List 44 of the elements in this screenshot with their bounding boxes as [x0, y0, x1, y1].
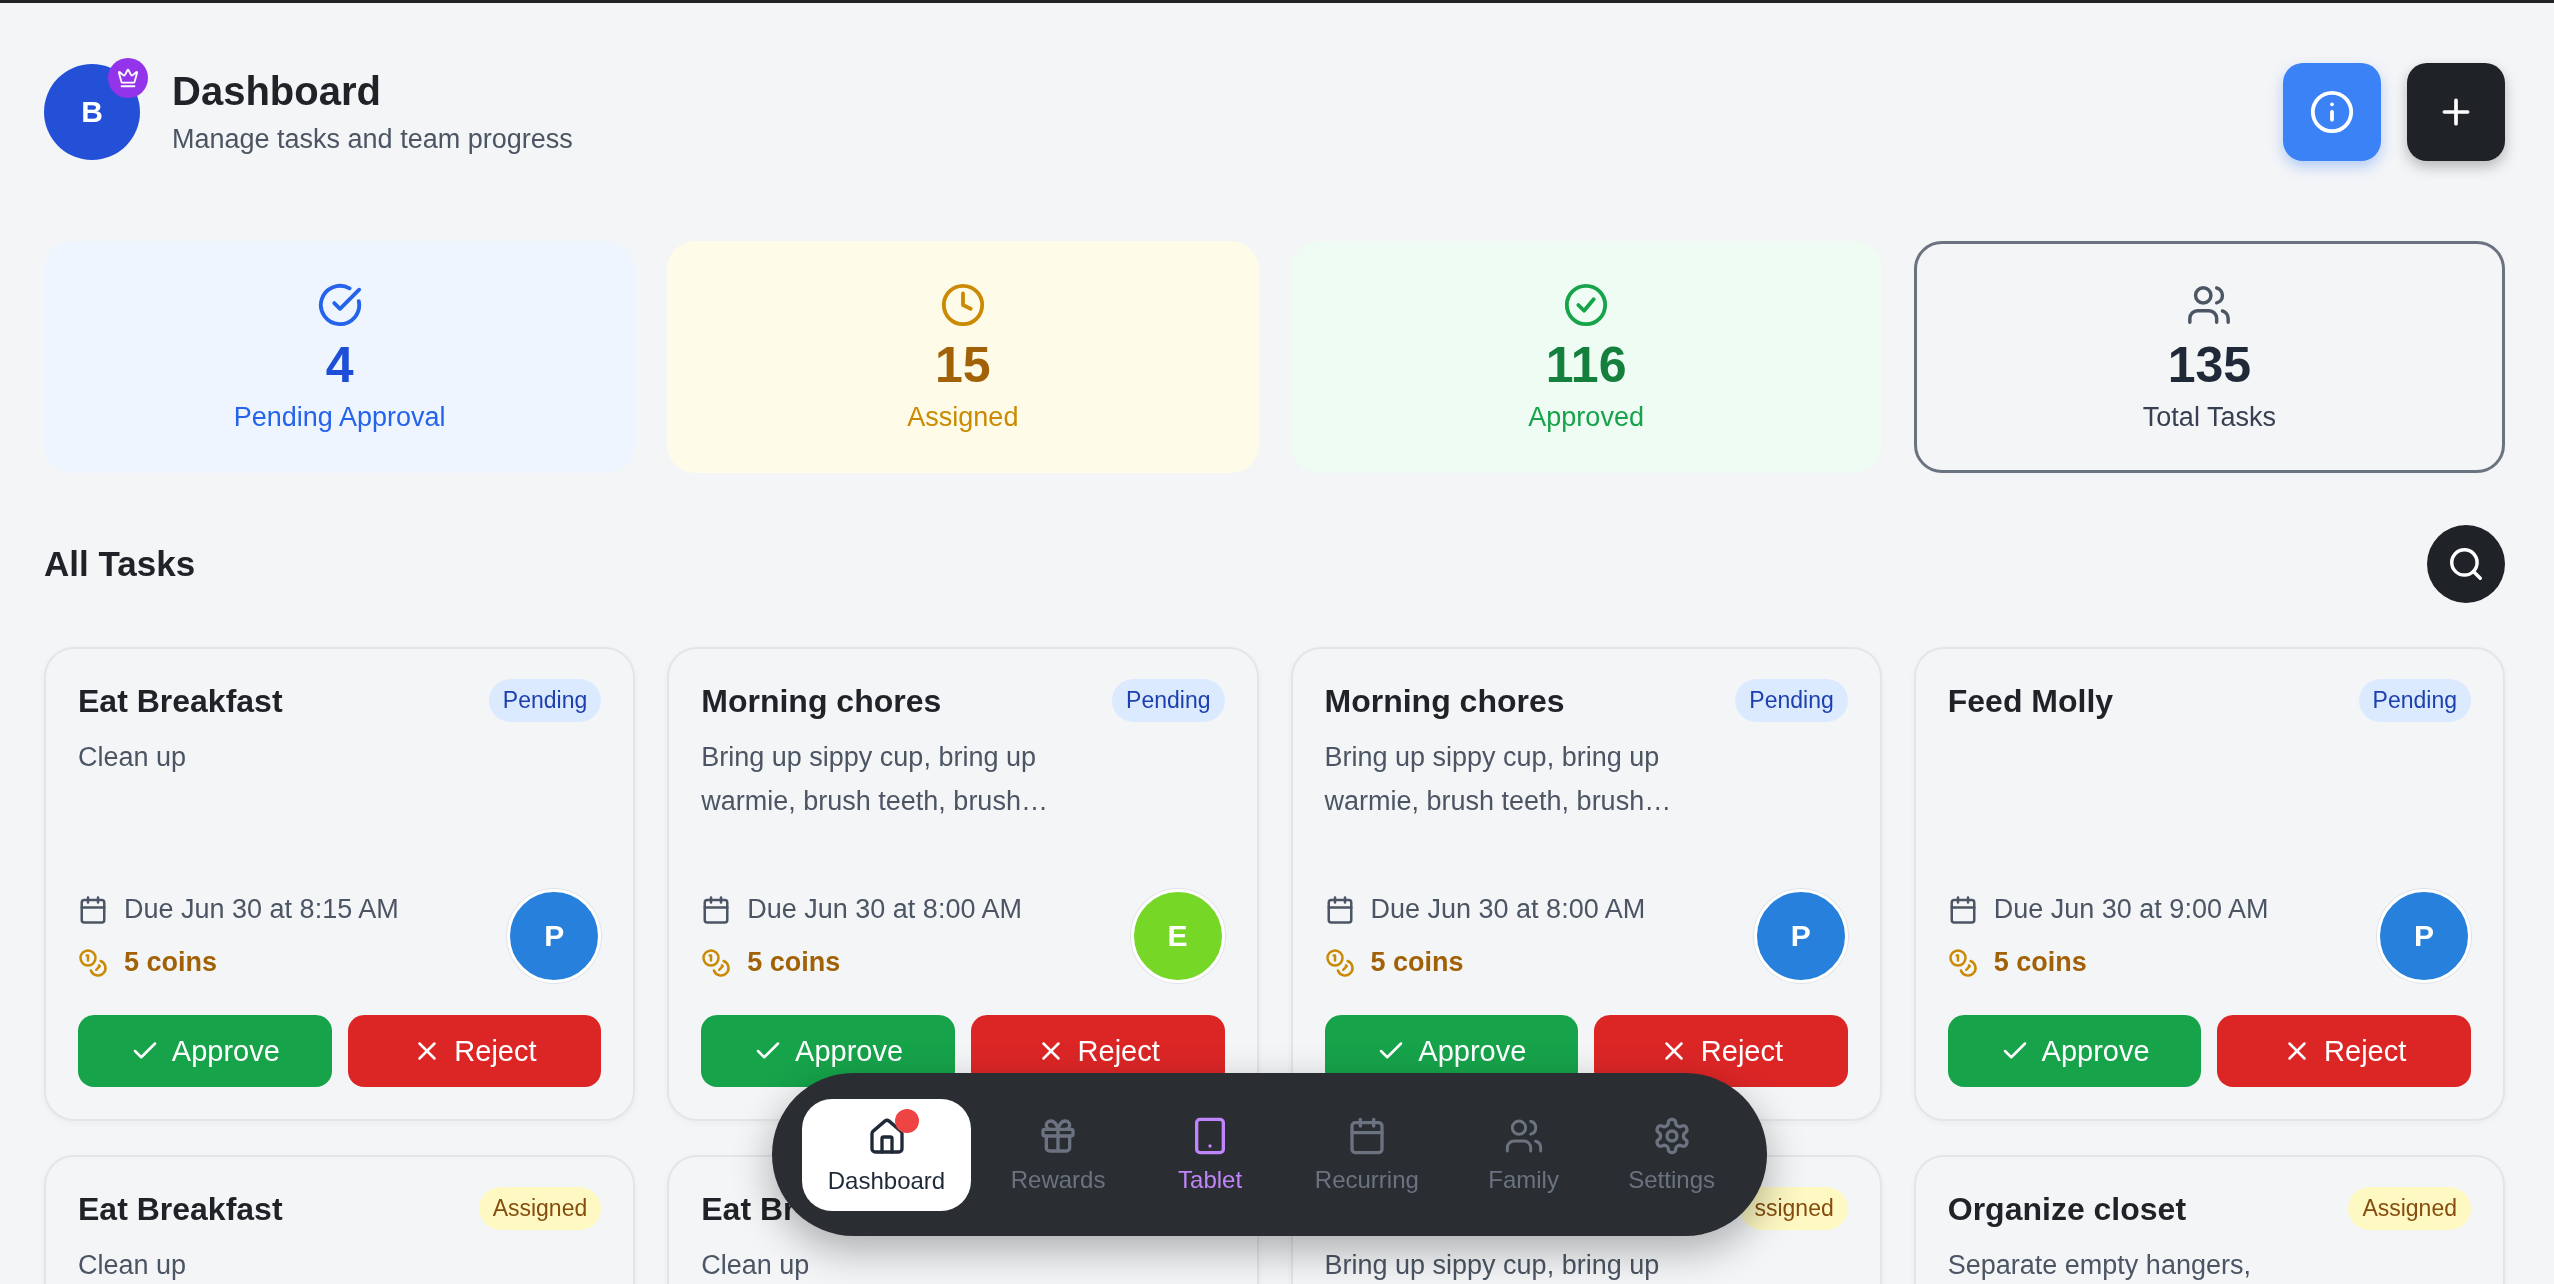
task-description: Bring up sippy cup, bring up warmie, brush teeth, brush…	[701, 741, 1049, 818]
due-date: Due Jun 30 at 8:00 AM	[1370, 894, 1646, 925]
task-description: Separate empty hangers,	[1947, 1249, 2252, 1282]
task-description: Clean up	[78, 1249, 188, 1282]
status-tag: Pending	[488, 679, 602, 722]
assignee-avatar: P	[1753, 889, 1848, 983]
stat-label: Pending Approval	[233, 401, 446, 433]
task-description: Bring up sippy cup, bring up	[1324, 1249, 1661, 1282]
stat-value: 135	[2167, 335, 2252, 394]
status-tag: Assigned	[478, 1187, 602, 1230]
task-title: Eat Breakfast	[78, 682, 283, 720]
assignee-avatar: P	[507, 889, 602, 983]
task-title: Organize closet	[1947, 1190, 2187, 1228]
stat-label: Approved	[1528, 401, 1644, 433]
coin-reward: 5 coins	[747, 947, 841, 978]
assignee-avatar: P	[2377, 889, 2471, 983]
status-tag: Pending	[1112, 679, 1225, 722]
stat-label: Total Tasks	[2142, 401, 2276, 433]
coin-reward: 5 coins	[1993, 947, 2087, 978]
due-date: Due Jun 30 at 8:15 AM	[124, 894, 399, 925]
task-description: Clean up	[701, 1249, 811, 1282]
assignee-avatar: E	[1130, 889, 1225, 983]
due-date: Due Jun 30 at 8:00 AM	[747, 894, 1022, 925]
task-title: Eat Br	[701, 1190, 796, 1228]
stat-value: 116	[1545, 335, 1627, 394]
page-subtitle: Manage tasks and team progress	[172, 124, 573, 155]
status-tag: ssigned	[1740, 1187, 1848, 1230]
due-date: Due Jun 30 at 9:00 AM	[1993, 894, 2269, 925]
coin-reward: 5 coins	[124, 947, 218, 978]
stat-label: Assigned	[907, 401, 1019, 433]
status-tag: Pending	[1735, 679, 1848, 722]
task-title: Morning chores	[1324, 682, 1565, 720]
task-title: Feed Molly	[1947, 682, 2114, 720]
page-title: Dashboard	[172, 69, 382, 114]
task-title: Eat Breakfast	[78, 1190, 283, 1228]
stat-value: 4	[325, 335, 354, 394]
status-tag: Assigned	[2348, 1187, 2471, 1230]
task-title: Morning chores	[701, 682, 942, 720]
task-description: Bring up sippy cup, bring up warmie, brush teeth, brush…	[1324, 741, 1673, 818]
section-title: All Tasks	[44, 544, 196, 584]
coin-reward: 5 coins	[1370, 947, 1464, 978]
stat-value: 15	[935, 335, 991, 394]
task-description: Clean up	[78, 741, 188, 774]
status-tag: Pending	[2358, 679, 2471, 722]
